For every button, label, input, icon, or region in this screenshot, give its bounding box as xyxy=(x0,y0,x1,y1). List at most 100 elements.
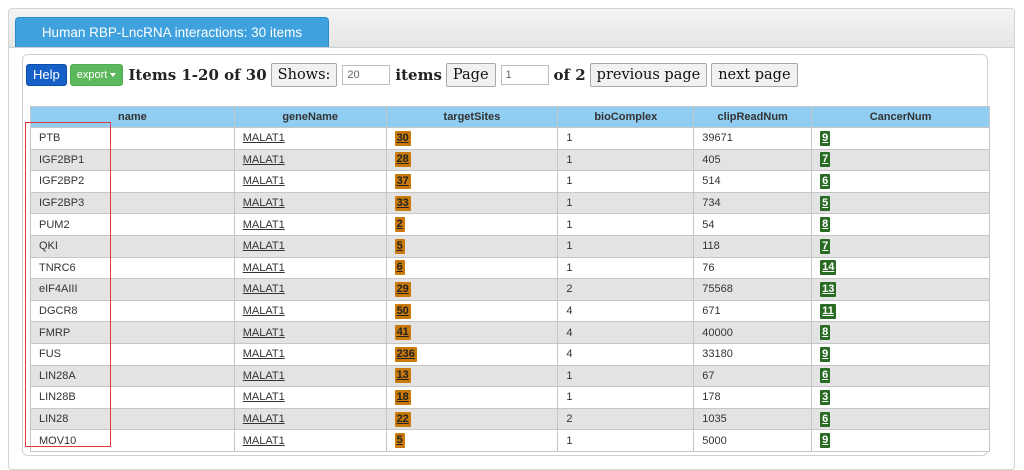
target-sites-badge[interactable]: 37 xyxy=(394,173,411,189)
target-sites-badge[interactable]: 5 xyxy=(394,433,405,449)
cell-genename: MALAT1 xyxy=(233,407,387,431)
gene-name-link[interactable]: MALAT1 xyxy=(243,154,285,166)
cell-clipreadnum: 514 xyxy=(693,170,813,193)
gene-name-link[interactable]: MALAT1 xyxy=(243,219,285,231)
cancer-num-badge[interactable]: 14 xyxy=(820,260,837,276)
cancer-num-badge[interactable]: 5 xyxy=(820,195,831,211)
cell-targetsites: 22 xyxy=(385,407,559,431)
biocomplex-value: 4 xyxy=(566,326,573,339)
rbp-name: LIN28A xyxy=(39,369,76,382)
cell-targetsites: 6 xyxy=(385,256,559,280)
cell-genename: MALAT1 xyxy=(233,191,387,215)
biocomplex-value: 1 xyxy=(566,240,573,253)
rbp-name: LIN28B xyxy=(39,391,76,404)
cancer-num-badge[interactable]: 7 xyxy=(820,152,831,168)
page-button[interactable]: Page xyxy=(445,63,496,87)
cell-clipreadnum: 118 xyxy=(693,234,813,258)
column-header-genename[interactable]: geneName xyxy=(233,106,387,128)
cancer-num-badge[interactable]: 9 xyxy=(820,130,831,146)
target-sites-badge[interactable]: 18 xyxy=(394,389,411,405)
cell-cancernum: 14 xyxy=(811,256,990,280)
target-sites-badge[interactable]: 28 xyxy=(394,152,411,168)
clipreadnum-value: 734 xyxy=(702,197,721,210)
cell-genename: MALAT1 xyxy=(233,234,387,258)
cancer-num-badge[interactable]: 6 xyxy=(820,411,831,427)
gene-name-link[interactable]: MALAT1 xyxy=(243,327,285,339)
cell-biocomplex: 4 xyxy=(557,299,695,323)
cell-name: IGF2BP2 xyxy=(30,170,235,193)
target-sites-badge[interactable]: 33 xyxy=(394,195,411,211)
cell-biocomplex: 2 xyxy=(557,278,695,301)
target-sites-badge[interactable]: 30 xyxy=(394,130,411,146)
cell-cancernum: 6 xyxy=(811,170,990,193)
cancer-num-badge[interactable]: 9 xyxy=(820,433,831,449)
page-number-input[interactable] xyxy=(500,65,549,85)
gene-name-link[interactable]: MALAT1 xyxy=(243,175,285,187)
next-page-button[interactable]: next page xyxy=(711,63,798,87)
cell-clipreadnum: 5000 xyxy=(693,429,813,452)
target-sites-badge[interactable]: 2 xyxy=(394,217,405,233)
rbp-name: LIN28 xyxy=(39,413,69,426)
page-size-input[interactable] xyxy=(342,65,391,85)
gene-name-link[interactable]: MALAT1 xyxy=(243,305,285,317)
previous-page-button[interactable]: previous page xyxy=(589,63,708,87)
cell-cancernum: 6 xyxy=(811,364,990,388)
cancer-num-badge[interactable]: 8 xyxy=(820,325,831,341)
target-sites-badge[interactable]: 13 xyxy=(394,368,411,384)
gene-name-link[interactable]: MALAT1 xyxy=(243,391,285,403)
cancer-num-badge[interactable]: 8 xyxy=(820,217,831,233)
rbp-name: PUM2 xyxy=(39,218,70,231)
cell-clipreadnum: 67 xyxy=(693,364,813,388)
column-header-name[interactable]: name xyxy=(30,106,235,128)
column-header-clipreadnum[interactable]: clipReadNum xyxy=(693,106,813,128)
gene-name-link[interactable]: MALAT1 xyxy=(243,132,285,144)
cell-clipreadnum: 178 xyxy=(693,386,813,409)
rbp-name: IGF2BP2 xyxy=(39,175,85,188)
cell-targetsites: 50 xyxy=(385,299,559,323)
cell-name: PUM2 xyxy=(30,213,235,236)
help-button[interactable]: Help xyxy=(26,64,67,86)
column-header-biocomplex[interactable]: bioComplex xyxy=(557,106,695,128)
tab-human-rbp-lncrna[interactable]: Human RBP-LncRNA interactions: 30 items xyxy=(15,17,329,47)
rbp-name: FUS xyxy=(39,348,61,361)
cell-name: LIN28 xyxy=(30,407,235,431)
items-range-text: Items 1-20 of 30 xyxy=(128,66,267,84)
table-row: LIN28A MALAT1 13 1 67 6 xyxy=(30,364,990,388)
target-sites-badge[interactable]: 29 xyxy=(394,281,411,297)
cancer-num-badge[interactable]: 6 xyxy=(820,368,831,384)
gene-name-link[interactable]: MALAT1 xyxy=(243,435,285,447)
cell-targetsites: 13 xyxy=(385,364,559,388)
gene-name-link[interactable]: MALAT1 xyxy=(243,413,285,425)
cell-clipreadnum: 671 xyxy=(693,299,813,323)
rbp-name: TNRC6 xyxy=(39,261,76,274)
gene-name-link[interactable]: MALAT1 xyxy=(243,197,285,209)
target-sites-badge[interactable]: 50 xyxy=(394,303,411,319)
shows-button[interactable]: Shows: xyxy=(270,63,338,87)
interactions-table: name geneName targetSites bioComplex cli… xyxy=(30,106,990,452)
table-row: LIN28B MALAT1 18 1 178 3 xyxy=(30,386,990,409)
cell-genename: MALAT1 xyxy=(233,278,387,301)
target-sites-badge[interactable]: 22 xyxy=(394,411,411,427)
gene-name-link[interactable]: MALAT1 xyxy=(243,348,285,360)
biocomplex-value: 1 xyxy=(566,218,573,231)
export-dropdown-button[interactable]: export xyxy=(69,64,124,86)
gene-name-link[interactable]: MALAT1 xyxy=(243,283,285,295)
cancer-num-badge[interactable]: 3 xyxy=(820,389,831,405)
cancer-num-badge[interactable]: 9 xyxy=(820,346,831,362)
column-header-cancernum[interactable]: CancerNum xyxy=(811,106,990,128)
cancer-num-badge[interactable]: 6 xyxy=(820,173,831,189)
target-sites-badge[interactable]: 41 xyxy=(394,325,411,341)
cell-name: FMRP xyxy=(30,321,235,344)
cancer-num-badge[interactable]: 13 xyxy=(820,281,837,297)
gene-name-link[interactable]: MALAT1 xyxy=(243,262,285,274)
target-sites-badge[interactable]: 6 xyxy=(394,260,405,276)
gene-name-link[interactable]: MALAT1 xyxy=(243,370,285,382)
cancer-num-badge[interactable]: 11 xyxy=(820,303,836,319)
cell-genename: MALAT1 xyxy=(233,256,387,280)
cancer-num-badge[interactable]: 7 xyxy=(820,238,831,254)
rbp-name: FMRP xyxy=(39,326,71,339)
target-sites-badge[interactable]: 5 xyxy=(394,238,405,254)
gene-name-link[interactable]: MALAT1 xyxy=(243,240,285,252)
column-header-targetsites[interactable]: targetSites xyxy=(385,106,559,128)
target-sites-badge[interactable]: 236 xyxy=(394,346,417,362)
